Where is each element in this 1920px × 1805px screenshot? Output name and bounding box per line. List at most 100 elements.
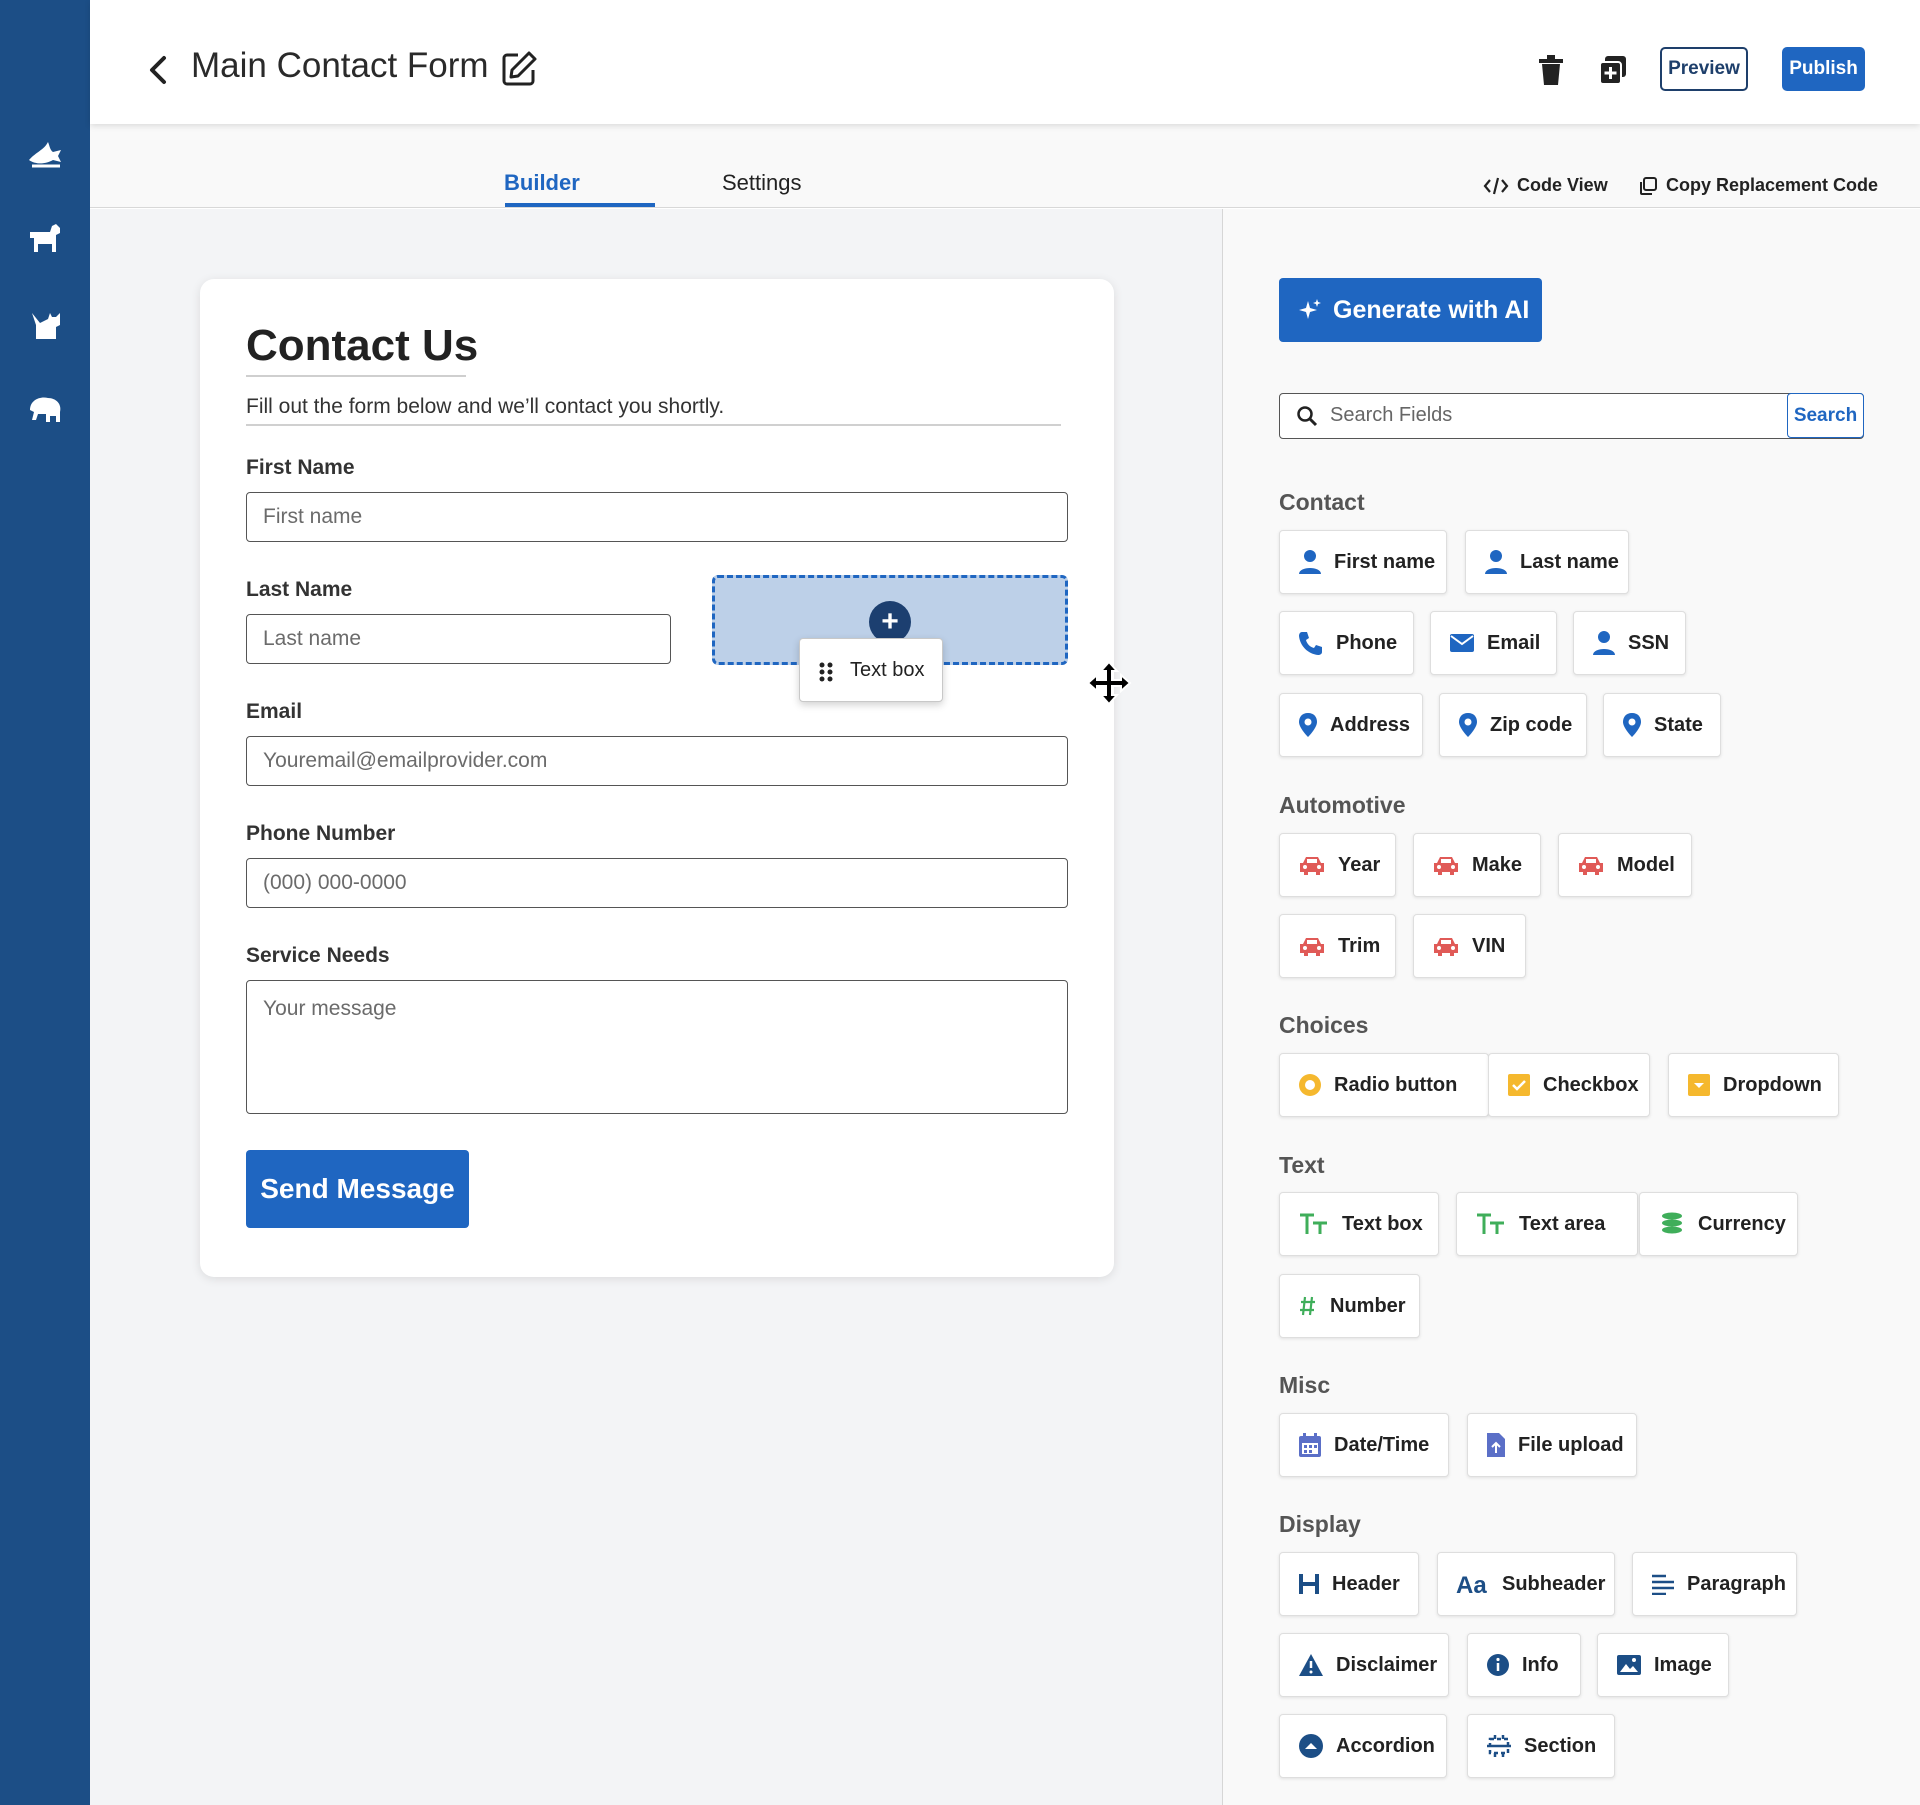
copy-replacement-code-label: Copy Replacement Code — [1666, 175, 1879, 195]
person-icon — [1299, 550, 1321, 574]
email-label: Email — [246, 700, 303, 723]
car-icon — [1579, 857, 1603, 875]
field-phone[interactable]: Phone — [1279, 611, 1414, 675]
field-paragraph-label: Paragraph — [1687, 1572, 1786, 1595]
field-text-box-label: Text box — [1342, 1212, 1423, 1235]
field-state[interactable]: State — [1603, 693, 1721, 757]
field-file-upload[interactable]: File upload — [1467, 1413, 1637, 1477]
preview-button[interactable]: Preview — [1660, 47, 1748, 91]
field-paragraph[interactable]: Paragraph — [1632, 1552, 1797, 1616]
search-fields-box: Search — [1279, 393, 1864, 439]
tab-settings[interactable]: Settings — [722, 170, 802, 196]
form-subtitle[interactable]: Fill out the form below and we’ll contac… — [246, 395, 724, 419]
field-dropdown-label: Dropdown — [1723, 1073, 1822, 1096]
field-text-area[interactable]: Text area — [1456, 1192, 1638, 1256]
field-phone-label: Phone — [1336, 631, 1398, 654]
page-title: Main Contact Form — [191, 46, 489, 85]
hash-icon — [1300, 1296, 1315, 1316]
field-header-label: Header — [1332, 1572, 1400, 1595]
file-upload-icon — [1487, 1433, 1505, 1457]
cat-icon[interactable] — [26, 305, 64, 343]
field-currency[interactable]: Currency — [1639, 1192, 1798, 1256]
service-needs-textarea[interactable] — [246, 980, 1068, 1114]
calendar-icon — [1299, 1433, 1321, 1457]
field-date-time[interactable]: Date/Time — [1279, 1413, 1449, 1477]
generate-with-ai-button[interactable]: Generate with AI — [1279, 278, 1542, 342]
field-make[interactable]: Make — [1413, 833, 1541, 897]
car-icon — [1434, 857, 1458, 875]
phone-number-label: Phone Number — [246, 822, 396, 845]
field-accordion[interactable]: Accordion — [1279, 1714, 1447, 1778]
email-input[interactable] — [246, 736, 1068, 786]
person-icon — [1593, 631, 1615, 655]
location-pin-icon — [1459, 713, 1477, 737]
warning-icon — [1299, 1654, 1323, 1676]
search-fields-input[interactable] — [1330, 394, 1810, 437]
dog-icon[interactable] — [26, 218, 64, 256]
field-section[interactable]: Section — [1467, 1714, 1615, 1778]
field-year[interactable]: Year — [1279, 833, 1396, 897]
search-button[interactable]: Search — [1787, 393, 1864, 438]
field-zip-code-label: Zip code — [1490, 713, 1573, 736]
dragging-text-box-chip[interactable]: Text box — [799, 638, 943, 702]
back-arrow-icon[interactable] — [142, 50, 176, 90]
field-last-name[interactable]: Last name — [1465, 530, 1629, 594]
field-image-label: Image — [1654, 1653, 1712, 1676]
field-subheader[interactable]: Aa Subheader — [1437, 1552, 1615, 1616]
add-field-plus-icon[interactable]: + — [869, 601, 911, 643]
left-sidebar — [0, 0, 90, 1805]
copy-replacement-code-button[interactable]: Copy Replacement Code — [1638, 175, 1878, 196]
field-checkbox[interactable]: Checkbox — [1488, 1053, 1650, 1117]
field-vin[interactable]: VIN — [1413, 914, 1526, 978]
field-radio-button[interactable]: Radio button — [1279, 1053, 1489, 1117]
field-email[interactable]: Email — [1430, 611, 1557, 675]
phone-icon — [1299, 632, 1322, 655]
svg-text:Aa: Aa — [1456, 1572, 1487, 1596]
field-model[interactable]: Model — [1558, 833, 1692, 897]
field-trim-label: Trim — [1338, 934, 1381, 957]
field-ssn-label: SSN — [1628, 631, 1670, 654]
trash-icon[interactable] — [1535, 53, 1567, 87]
field-model-label: Model — [1617, 853, 1675, 876]
tab-builder[interactable]: Builder — [504, 170, 580, 196]
checkbox-icon — [1508, 1074, 1530, 1096]
field-file-upload-label: File upload — [1518, 1433, 1624, 1456]
field-header[interactable]: Header — [1279, 1552, 1419, 1616]
elephant-icon[interactable] — [26, 390, 64, 428]
car-icon — [1300, 938, 1324, 956]
field-zip-code[interactable]: Zip code — [1439, 693, 1587, 757]
field-info[interactable]: Info — [1467, 1633, 1581, 1697]
field-ssn[interactable]: SSN — [1573, 611, 1686, 675]
edit-icon[interactable] — [500, 50, 538, 88]
field-number[interactable]: Number — [1279, 1274, 1420, 1338]
field-dropdown[interactable]: Dropdown — [1668, 1053, 1839, 1117]
duplicate-icon[interactable] — [1597, 53, 1629, 87]
form-title-underline — [246, 375, 466, 377]
category-automotive-title: Automotive — [1279, 792, 1406, 818]
field-disclaimer-label: Disclaimer — [1336, 1653, 1438, 1676]
person-icon — [1485, 550, 1507, 574]
copy-icon — [1640, 176, 1657, 195]
code-view-button[interactable]: Code View — [1483, 175, 1608, 196]
radio-icon — [1299, 1074, 1321, 1096]
first-name-input[interactable] — [246, 492, 1068, 542]
drag-handle-icon[interactable] — [818, 661, 834, 683]
field-disclaimer[interactable]: Disclaimer — [1279, 1633, 1449, 1697]
field-first-name[interactable]: First name — [1279, 530, 1447, 594]
phone-number-input[interactable] — [246, 858, 1068, 908]
field-image[interactable]: Image — [1597, 1633, 1729, 1697]
tab-bar: Builder Settings Code View Copy Replacem… — [90, 124, 1920, 208]
form-title[interactable]: Contact Us — [246, 321, 478, 371]
publish-button[interactable]: Publish — [1782, 47, 1865, 91]
shark-icon[interactable] — [26, 134, 64, 172]
code-icon — [1483, 177, 1509, 194]
send-message-button[interactable]: Send Message — [246, 1150, 469, 1228]
header-h-icon — [1299, 1574, 1319, 1594]
field-address[interactable]: Address — [1279, 693, 1423, 757]
field-vin-label: VIN — [1472, 934, 1506, 957]
field-trim[interactable]: Trim — [1279, 914, 1396, 978]
field-text-box[interactable]: Text box — [1279, 1192, 1439, 1256]
last-name-input[interactable] — [246, 614, 671, 664]
field-last-name-label: Last name — [1520, 550, 1619, 573]
field-info-label: Info — [1522, 1653, 1559, 1676]
